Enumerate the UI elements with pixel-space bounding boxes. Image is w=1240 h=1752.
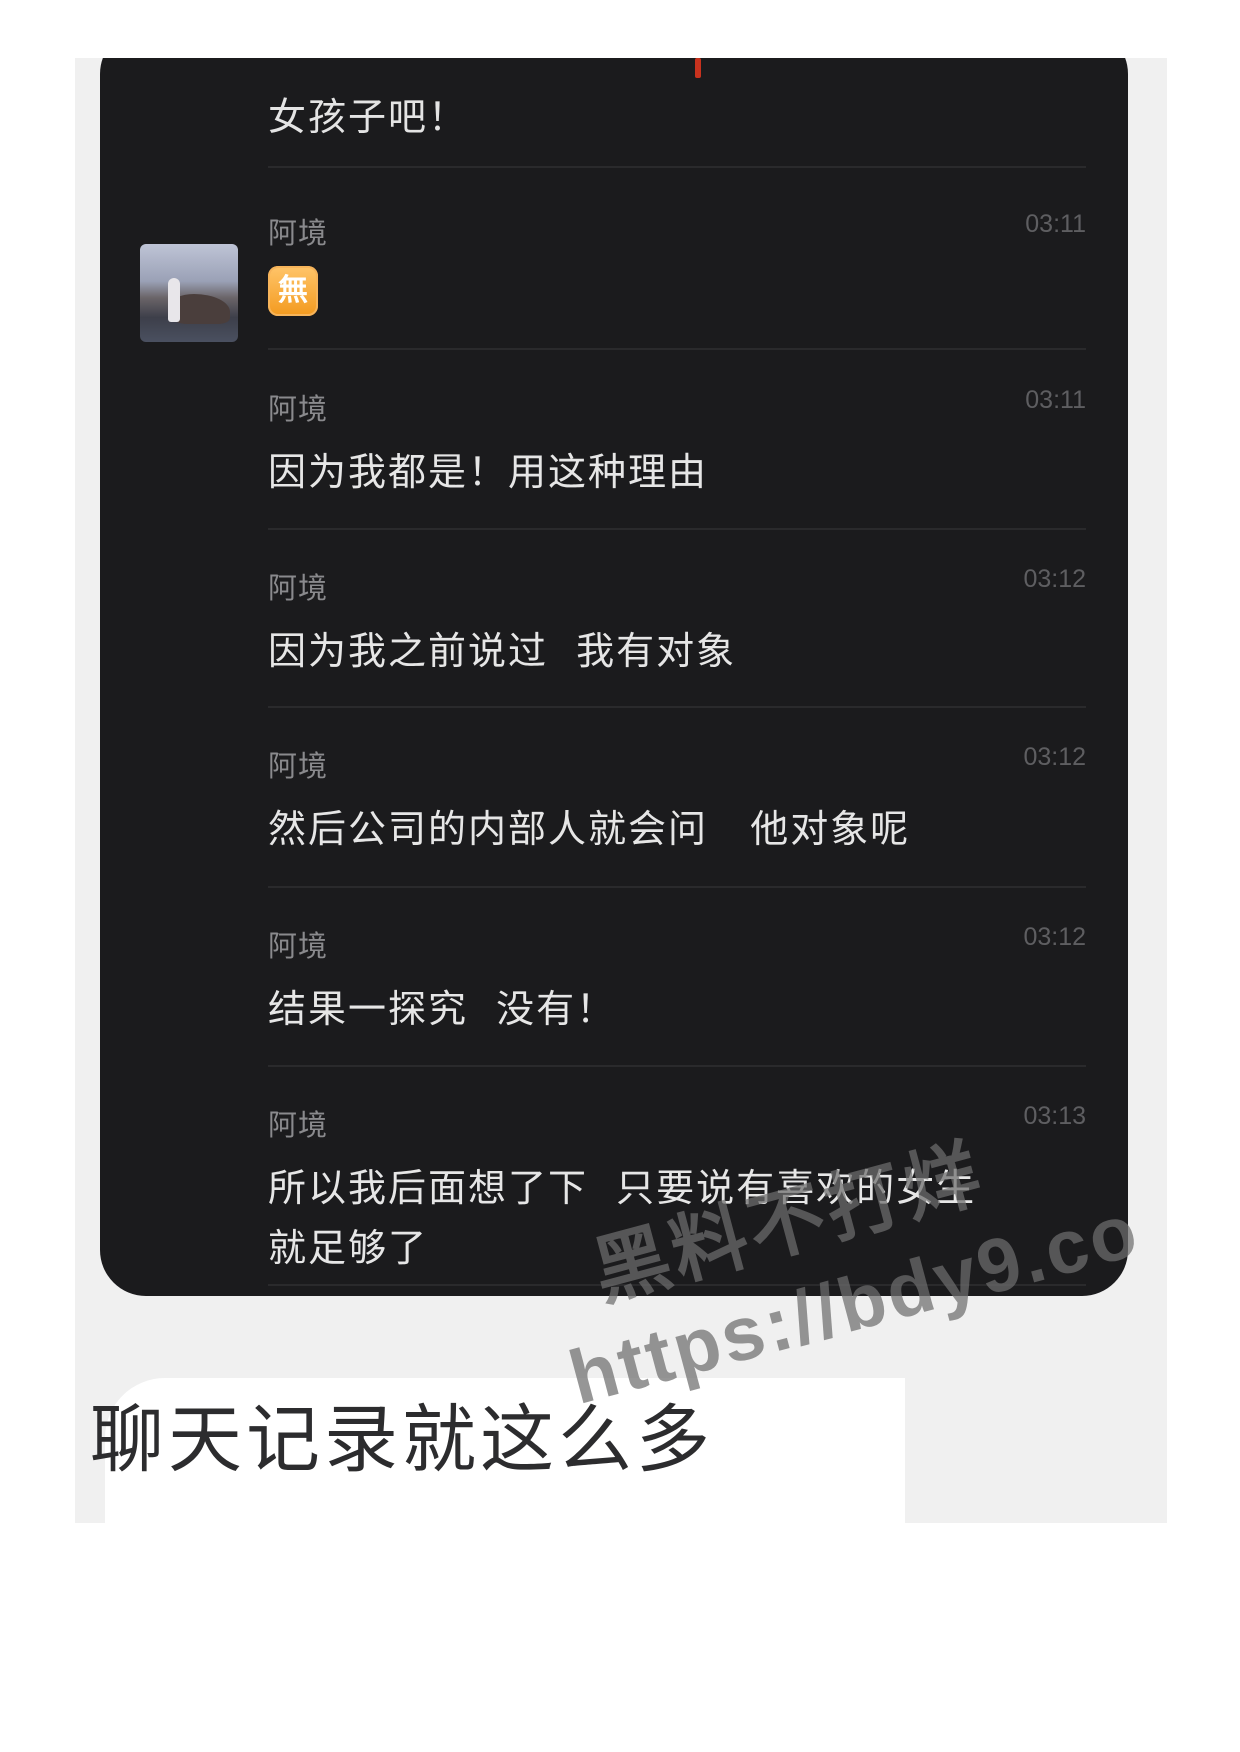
message-time: 03:12: [1023, 923, 1086, 951]
emoji-icon: 無: [268, 266, 318, 316]
message-divider: [268, 886, 1086, 888]
message-divider: [268, 166, 1086, 168]
screenshot-photo: 女孩子吧！ 阿境 03:11 無 阿境 03:11 因为我都是！用这种理由 阿境…: [75, 58, 1167, 1523]
message-time: 03:12: [1023, 743, 1086, 771]
chat-message[interactable]: 阿境 03:12 结果一探究 没有！: [268, 923, 1086, 1039]
message-divider: [268, 528, 1086, 530]
message-text: 结果一探究 没有！: [268, 987, 617, 1031]
caption-text: 聊天记录就这么多: [90, 1397, 714, 1483]
message-divider: [268, 1284, 1086, 1286]
chat-message[interactable]: 阿境 03:11 無: [268, 210, 1086, 316]
chat-message[interactable]: 阿境 03:12 然后公司的内部人就会问 他对象呢: [268, 743, 1086, 859]
sender-name: 阿境: [268, 1108, 329, 1142]
message-divider: [268, 706, 1086, 708]
avatar-person: [168, 278, 180, 322]
sender-name: 阿境: [268, 571, 329, 605]
message-text: 然后公司的内部人就会问 他对象呢: [268, 807, 911, 851]
message-divider: [268, 348, 1086, 350]
chat-message[interactable]: 阿境 03:11 因为我都是！用这种理由: [268, 386, 1086, 502]
chat-panel: 女孩子吧！ 阿境 03:11 無 阿境 03:11 因为我都是！用这种理由 阿境…: [100, 58, 1128, 1296]
message-time: 03:11: [1025, 386, 1086, 414]
sender-name: 阿境: [268, 929, 329, 963]
message-time: 03:12: [1023, 565, 1086, 593]
partial-message-text: 女孩子吧！: [268, 95, 469, 139]
message-divider: [268, 1065, 1086, 1067]
message-time: 03:13: [1023, 1102, 1086, 1130]
chat-message[interactable]: 阿境 03:12 因为我之前说过 我有对象: [268, 565, 1086, 681]
sender-name: 阿境: [268, 749, 329, 783]
message-text: 所以我后面想了下 只要说有喜欢的女生 就足够了: [268, 1166, 977, 1270]
avatar[interactable]: [140, 244, 238, 342]
sender-name: 阿境: [268, 392, 329, 426]
message-text: 因为我之前说过 我有对象: [268, 629, 737, 673]
sender-name: 阿境: [268, 216, 329, 250]
chat-message[interactable]: 阿境 03:13 所以我后面想了下 只要说有喜欢的女生 就足够了: [268, 1102, 1086, 1278]
message-text: 因为我都是！用这种理由: [268, 450, 709, 494]
red-scroll-mark: [695, 58, 701, 78]
message-time: 03:11: [1025, 210, 1086, 238]
